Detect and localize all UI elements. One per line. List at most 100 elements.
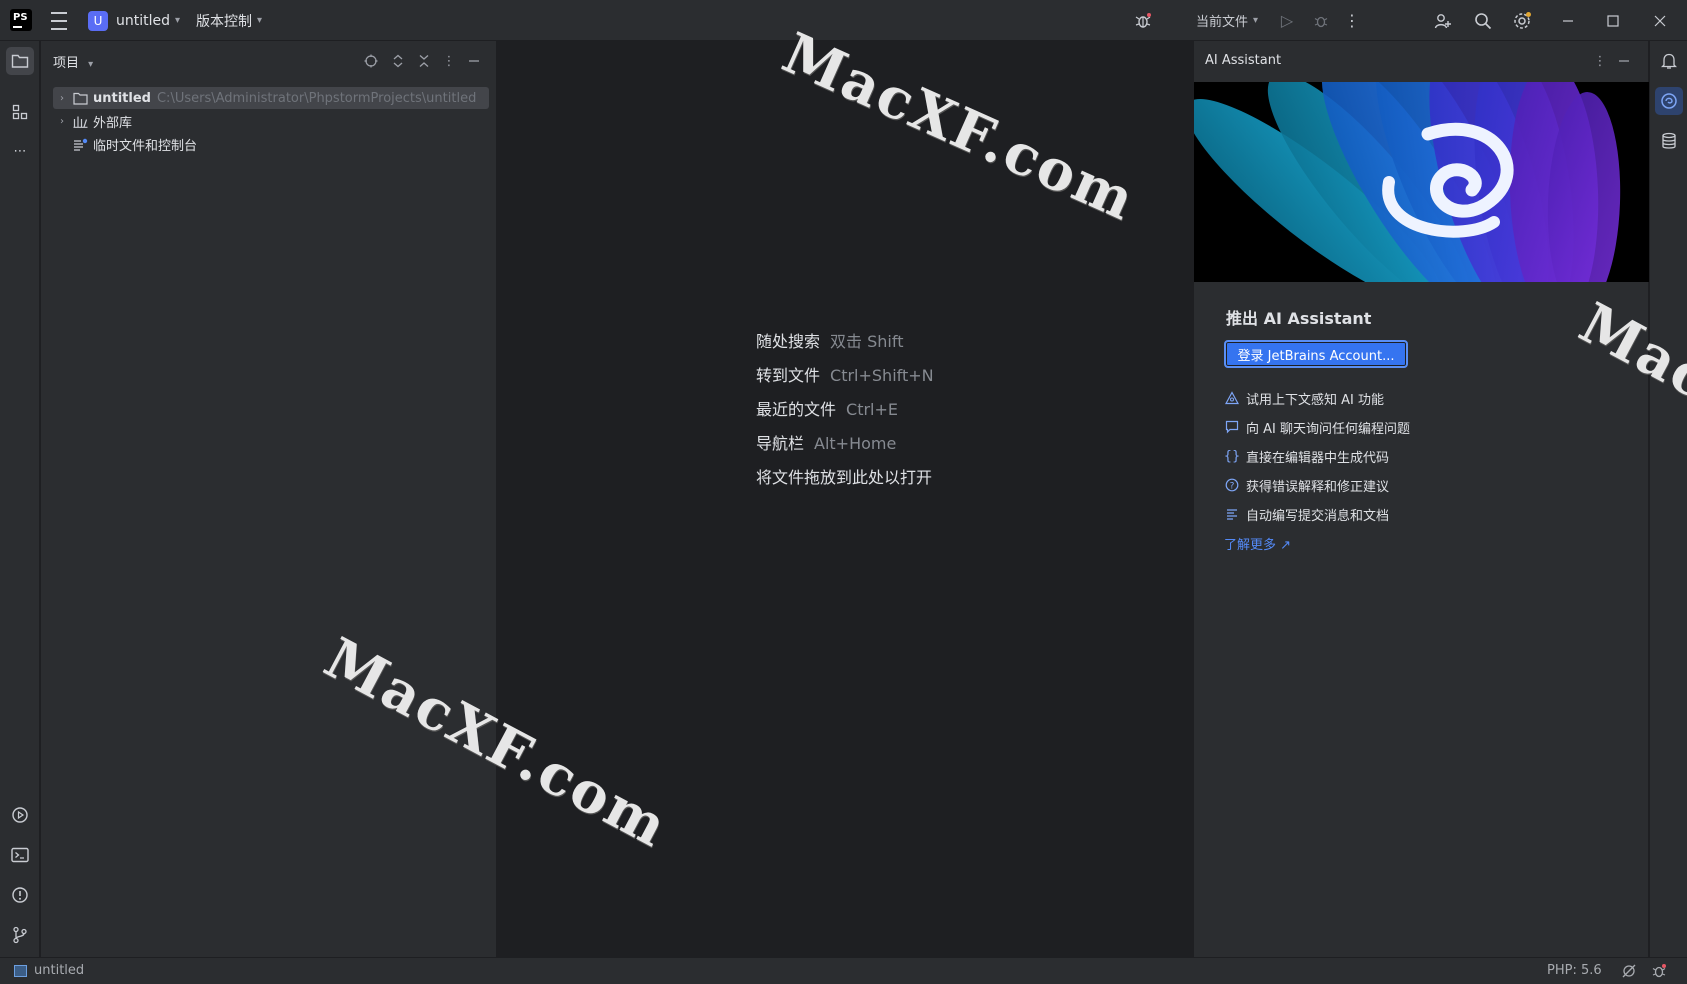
svg-text:?: ? xyxy=(1230,482,1235,492)
collapse-all-icon[interactable] xyxy=(414,51,434,71)
ai-feature-item: 自动编写提交消息和文档 xyxy=(1224,504,1389,524)
minimize-icon[interactable] xyxy=(1553,0,1583,41)
problems-icon[interactable] xyxy=(6,881,34,909)
tree-item-untitled[interactable]: › untitled C:\Users\Administrator\Phpsto… xyxy=(53,87,489,109)
hint-action: 最近的文件 xyxy=(756,400,837,419)
hint-action: 将文件拖放到此处以打开 xyxy=(756,468,933,487)
debug-icon[interactable] xyxy=(1308,0,1334,41)
services-icon[interactable] xyxy=(6,801,34,829)
tree-item-label: 临时文件和控制台 xyxy=(93,138,198,154)
project-view-selector[interactable]: 项目 ▾ xyxy=(53,52,93,71)
more-vertical-icon[interactable]: ⋮ xyxy=(439,51,459,71)
ai-assistant-panel: AI Assistant ⋮ 推出 AI Assistant 登录 JetBra… xyxy=(1193,41,1649,957)
run-config-selector[interactable]: 当前文件 ▾ xyxy=(1192,0,1262,41)
run-icon[interactable]: ▷ xyxy=(1274,0,1300,41)
left-tool-strip: ⋯ xyxy=(0,41,40,957)
right-tool-strip xyxy=(1649,41,1687,957)
database-icon[interactable] xyxy=(1655,127,1683,155)
context-aware-icon xyxy=(1224,391,1240,405)
ai-feature-label: 向 AI 聊天询问任何编程问题 xyxy=(1246,421,1410,437)
php-version[interactable]: PHP: 5.6 xyxy=(1547,963,1602,978)
tree-item-label: untitled xyxy=(93,90,151,106)
hint-recent-files: 最近的文件 Ctrl+E xyxy=(756,396,898,420)
hint-shortcut: Alt+Home xyxy=(814,434,897,453)
document-lines-icon xyxy=(1224,507,1240,521)
debug-bug-icon[interactable] xyxy=(1128,0,1158,41)
chevron-down-icon: ▾ xyxy=(175,15,181,26)
more-horizontal-icon[interactable]: ⋯ xyxy=(6,137,34,165)
notifications-bell-icon[interactable] xyxy=(1655,47,1683,75)
ai-feature-label: 自动编写提交消息和文档 xyxy=(1246,508,1390,524)
bug-status-icon[interactable] xyxy=(1651,963,1667,979)
expand-all-icon[interactable] xyxy=(388,51,408,71)
project-badge: U xyxy=(88,10,108,31)
terminal-icon[interactable] xyxy=(6,841,34,869)
vcs-menu[interactable]: 版本控制 ▾ xyxy=(196,0,262,41)
hint-drop-files: 将文件拖放到此处以打开 xyxy=(756,464,932,488)
locate-file-icon[interactable] xyxy=(361,51,381,71)
chevron-down-icon: ▾ xyxy=(1252,15,1259,26)
library-icon xyxy=(71,113,89,129)
code-braces-icon: {} xyxy=(1223,448,1241,464)
hint-navigation-bar: 导航栏 Alt+Home xyxy=(756,430,896,454)
chat-icon xyxy=(1224,420,1240,434)
hide-panel-icon[interactable] xyxy=(464,51,484,71)
hint-shortcut: Ctrl+E xyxy=(846,400,898,419)
more-vertical-icon[interactable]: ⋮ xyxy=(1590,51,1610,71)
project-panel-header: 项目 ▾ ⋮ xyxy=(41,41,497,81)
ai-feature-label: 获得错误解释和修正建议 xyxy=(1246,479,1390,495)
git-branch-icon[interactable] xyxy=(6,921,34,949)
tree-item-label: 外部库 xyxy=(93,115,133,131)
inspections-off-icon[interactable] xyxy=(1621,963,1637,979)
hint-action: 转到文件 xyxy=(756,366,821,385)
tree-item-external-libraries[interactable]: › 外部库 xyxy=(53,110,489,132)
hint-shortcut: 双击 Shift xyxy=(830,332,904,351)
search-icon[interactable] xyxy=(1468,0,1498,41)
add-user-icon[interactable] xyxy=(1428,0,1458,41)
ai-feature-label: 试用上下文感知 AI 功能 xyxy=(1246,392,1384,408)
ai-feature-item: ? 获得错误解释和修正建议 xyxy=(1224,475,1389,495)
vcs-label: 版本控制 xyxy=(196,13,252,30)
title-bar: PS U untitled ▾ 版本控制 ▾ 当前文件 ▾ ▷ ⋮ xyxy=(0,0,1687,41)
structure-icon[interactable] xyxy=(6,98,34,126)
chevron-right-icon[interactable]: › xyxy=(53,93,71,104)
ai-feature-item: 向 AI 聊天询问任何编程问题 xyxy=(1224,417,1410,437)
maximize-icon[interactable] xyxy=(1598,0,1628,41)
ai-panel-title: AI Assistant xyxy=(1205,53,1282,68)
question-icon: ? xyxy=(1224,478,1240,492)
scratch-file-icon xyxy=(71,136,89,152)
run-config-label: 当前文件 xyxy=(1195,15,1248,30)
project-panel: 项目 ▾ ⋮ › untitled C:\Users\Administrator… xyxy=(41,41,497,957)
tree-item-scratches[interactable]: 临时文件和控制台 xyxy=(53,133,489,155)
ai-assistant-banner-image xyxy=(1194,82,1649,282)
learn-more-link[interactable]: 了解更多 ↗ xyxy=(1224,534,1291,553)
login-jetbrains-button[interactable]: 登录 JetBrains Account... xyxy=(1224,340,1408,368)
chevron-down-icon: ▾ xyxy=(88,59,94,70)
chevron-right-icon[interactable]: › xyxy=(53,116,71,127)
hint-search-everywhere: 随处搜索 双击 Shift xyxy=(756,328,903,352)
settings-gear-icon[interactable] xyxy=(1507,0,1537,41)
phpstorm-logo-icon[interactable]: PS xyxy=(10,9,32,31)
project-folder-icon[interactable] xyxy=(6,47,34,75)
more-vertical-icon[interactable]: ⋮ xyxy=(1342,0,1362,41)
hint-action: 导航栏 xyxy=(756,434,805,453)
tree-item-path: C:\Users\Administrator\PhpstormProjects\… xyxy=(156,90,477,106)
project-icon xyxy=(14,964,27,977)
ai-heading: 推出 AI Assistant xyxy=(1226,309,1372,328)
hint-action: 随处搜索 xyxy=(756,332,821,351)
status-project[interactable]: untitled xyxy=(14,963,84,978)
ai-assistant-icon[interactable] xyxy=(1655,87,1683,115)
hint-shortcut: Ctrl+Shift+N xyxy=(830,366,934,385)
project-switcher[interactable]: U untitled ▾ xyxy=(88,0,180,41)
ai-feature-item: {} 直接在编辑器中生成代码 xyxy=(1224,446,1389,466)
hint-goto-file: 转到文件 Ctrl+Shift+N xyxy=(756,362,934,386)
ai-feature-label: 直接在编辑器中生成代码 xyxy=(1246,450,1390,466)
main-menu-button[interactable] xyxy=(48,0,70,41)
project-name: untitled xyxy=(116,12,171,29)
close-icon[interactable] xyxy=(1645,0,1675,41)
status-bar: untitled PHP: 5.6 xyxy=(0,957,1687,984)
hide-panel-icon[interactable] xyxy=(1614,51,1634,71)
status-project-name: untitled xyxy=(34,963,85,978)
logo-text: PS xyxy=(13,12,28,23)
folder-icon xyxy=(71,90,89,106)
